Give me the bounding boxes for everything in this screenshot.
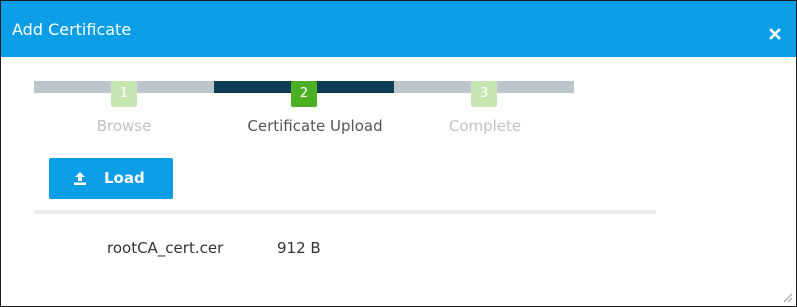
step-number-certificate-upload: 2 [291, 81, 317, 107]
step-number-complete: 3 [471, 81, 497, 107]
resize-handle-icon[interactable] [783, 293, 793, 303]
file-size: 912 B [277, 239, 321, 257]
file-name: rootCA_cert.cer [107, 239, 224, 257]
step-label-browse: Browse [96, 117, 152, 135]
load-button[interactable]: Load [49, 158, 173, 199]
dialog-title: Add Certificate [12, 20, 132, 39]
add-certificate-dialog: Add Certificate 1 2 3 Browse Certificate… [0, 0, 797, 307]
upload-icon [74, 172, 86, 185]
step-label-complete: Complete [448, 117, 522, 135]
step-number-browse: 1 [111, 81, 137, 107]
close-icon[interactable] [768, 27, 782, 41]
load-button-label: Load [104, 169, 145, 187]
step-label-certificate-upload: Certificate Upload [247, 117, 383, 135]
divider [34, 210, 656, 214]
dialog-titlebar: Add Certificate [1, 1, 796, 57]
